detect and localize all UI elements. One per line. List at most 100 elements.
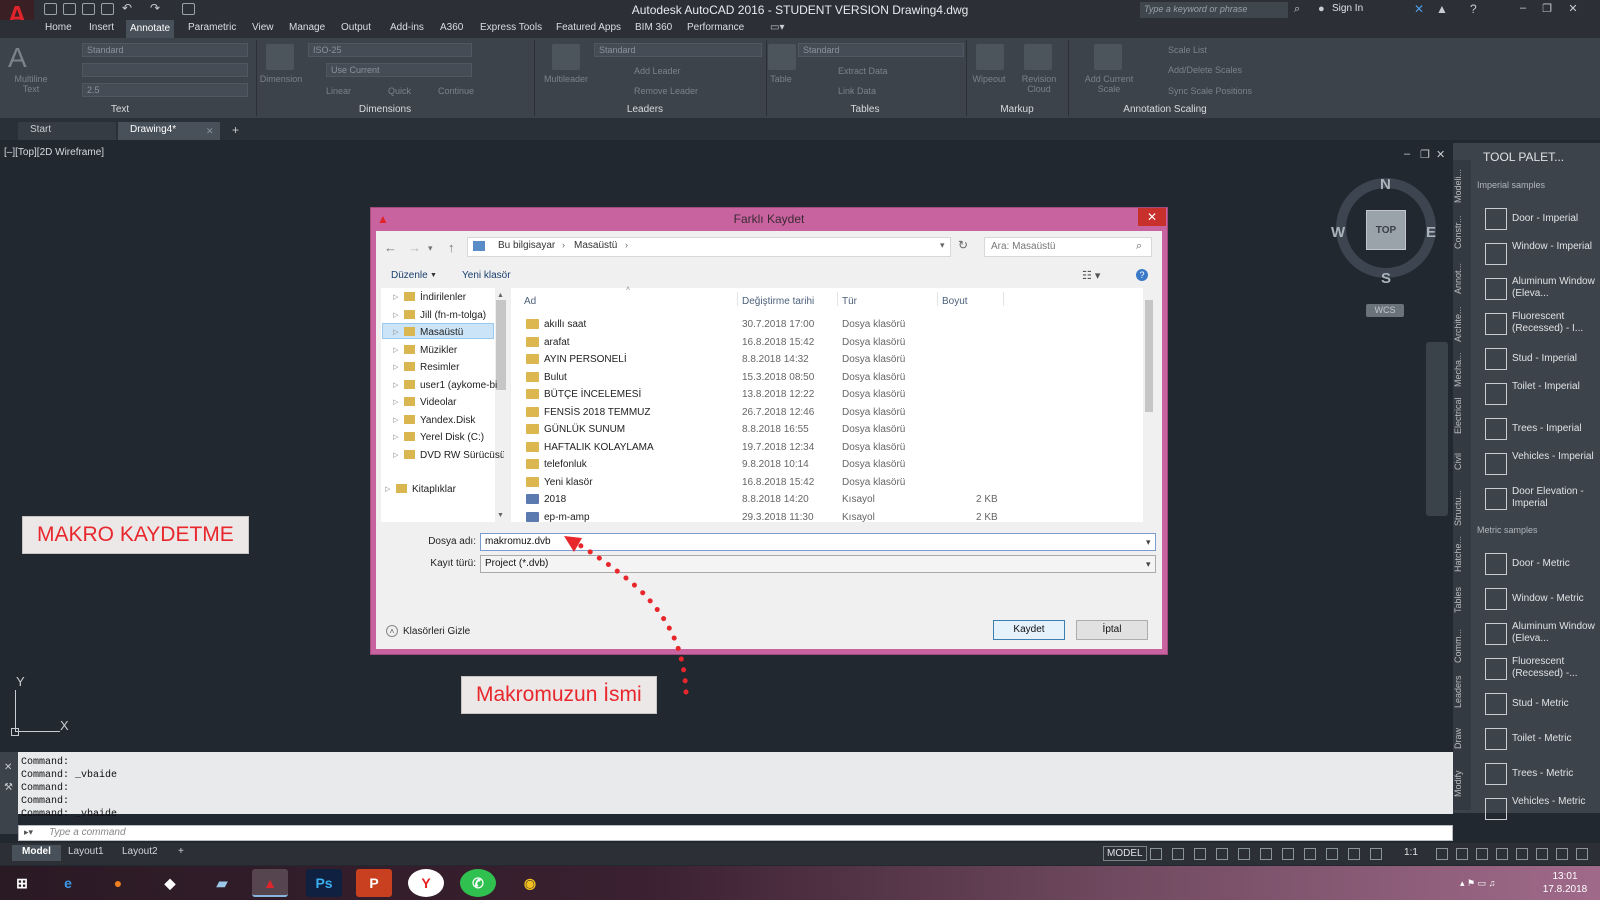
file-row[interactable]: ep-m-amp 29.3.2018 11:30 Kısayol 2 KB xyxy=(526,509,1126,526)
chrome-icon[interactable]: ◉ xyxy=(512,869,548,897)
hide-folders-toggle[interactable]: Klasörleri Gizle xyxy=(403,626,470,637)
tree-expand-icon[interactable]: ▷ xyxy=(393,433,398,441)
snap-icon[interactable] xyxy=(1172,848,1184,860)
compass-east[interactable]: E xyxy=(1426,224,1436,241)
list-scroll-thumb[interactable] xyxy=(1145,300,1153,412)
yandex-browser-icon[interactable]: Y xyxy=(408,869,444,897)
tab-manage[interactable]: Manage xyxy=(289,22,325,33)
file-row[interactable]: akıllı saat 30.7.2018 17:00 Dosya klasörü xyxy=(526,316,1126,333)
palette-tool-metric[interactable]: Trees - Metric xyxy=(1512,768,1598,780)
tree-item[interactable]: İndirilenler xyxy=(404,290,504,306)
hide-folders-icon[interactable]: ˄ xyxy=(386,625,398,637)
viewport-minimize-icon[interactable]: – xyxy=(1404,148,1410,160)
recent-locations-icon[interactable]: ▾ xyxy=(428,243,433,254)
ortho-icon[interactable] xyxy=(1194,848,1206,860)
sign-in-link[interactable]: Sign In xyxy=(1332,3,1363,14)
tab-start[interactable]: Start xyxy=(18,122,116,140)
tree-expand-icon[interactable]: ▷ xyxy=(393,416,398,424)
viewcube-top-face[interactable]: TOP xyxy=(1366,210,1406,250)
add-leader-button[interactable]: Add Leader xyxy=(634,66,681,76)
leader-style-select[interactable]: Standard xyxy=(594,43,762,57)
layout-tab-model[interactable]: Model xyxy=(12,845,61,861)
tree-item[interactable]: Yandex.Disk xyxy=(404,413,504,429)
powerpoint-icon[interactable]: P xyxy=(356,869,392,897)
breadcrumb-this-pc[interactable]: Bu bilgisayar xyxy=(498,240,555,251)
tree-expand-icon[interactable]: ▷ xyxy=(385,485,390,493)
dimensions-panel-title[interactable]: Dimensions xyxy=(340,104,430,115)
hardware-acceleration-icon[interactable] xyxy=(1536,848,1548,860)
units-icon[interactable] xyxy=(1476,848,1488,860)
cancel-button[interactable]: İptal xyxy=(1076,620,1148,640)
file-row[interactable]: arafat 16.8.2018 15:42 Dosya klasörü xyxy=(526,334,1126,351)
model-space-toggle[interactable]: MODEL xyxy=(1103,846,1147,861)
palette-tool-metric[interactable]: Fluorescent (Recessed) -... xyxy=(1512,656,1598,680)
notepad-icon[interactable]: ▰ xyxy=(204,869,240,897)
tab-parametric[interactable]: Parametric xyxy=(188,22,236,33)
extract-data-button[interactable]: Extract Data xyxy=(838,66,888,76)
filename-dropdown-icon[interactable]: ▾ xyxy=(1146,537,1151,548)
organize-menu[interactable]: Düzenle xyxy=(391,270,428,281)
palette-vtab[interactable]: Comm... xyxy=(1453,624,1471,668)
palette-vtab[interactable]: Archite... xyxy=(1453,302,1471,346)
tree-expand-icon[interactable]: ▷ xyxy=(393,346,398,354)
continue-dim-button[interactable]: Continue xyxy=(438,86,474,96)
palette-vtab[interactable]: Annot... xyxy=(1453,256,1471,300)
column-date[interactable]: Değiştirme tarihi xyxy=(742,296,814,307)
palette-tool-icon[interactable] xyxy=(1485,243,1507,265)
tab-insert[interactable]: Insert xyxy=(89,22,114,33)
a360-icon[interactable]: ▲ xyxy=(1436,2,1448,16)
polar-icon[interactable] xyxy=(1216,848,1228,860)
address-dropdown-icon[interactable]: ▾ xyxy=(940,240,945,251)
palette-tool-icon[interactable] xyxy=(1485,693,1507,715)
quick-dim-button[interactable]: Quick xyxy=(388,86,411,96)
quick-properties-icon[interactable] xyxy=(1496,848,1508,860)
tables-panel-title[interactable]: Tables xyxy=(840,104,890,115)
add-current-scale-icon[interactable] xyxy=(1094,44,1122,70)
palette-vtab[interactable]: Hatche... xyxy=(1453,532,1471,576)
multiline-text-button[interactable]: Multiline Text xyxy=(8,74,54,94)
tab-performance[interactable]: Performance xyxy=(687,22,744,33)
tree-expand-icon[interactable]: ▷ xyxy=(393,451,398,459)
palette-tool-icon[interactable] xyxy=(1485,763,1507,785)
system-clock[interactable]: 13:01 17.8.2018 xyxy=(1535,870,1595,896)
tree-expand-icon[interactable]: ▷ xyxy=(393,293,398,301)
palette-tool-imperial[interactable]: Window - Imperial xyxy=(1512,241,1598,253)
restore-button[interactable]: ❐ xyxy=(1536,2,1558,18)
palette-vtab[interactable]: Leaders xyxy=(1453,670,1471,714)
file-row[interactable]: FENSİS 2018 TEMMUZ 26.7.2018 12:46 Dosya k… xyxy=(526,404,1126,421)
palette-vtab[interactable]: Electrical xyxy=(1453,394,1471,438)
tab-drawing4[interactable]: Drawing4* xyxy=(118,122,220,140)
table-button[interactable]: Table xyxy=(764,74,798,84)
palette-tool-icon[interactable] xyxy=(1485,588,1507,610)
tree-item[interactable]: Jill (fn-m-tolga) xyxy=(404,308,504,324)
auto-scale-icon[interactable] xyxy=(1370,848,1382,860)
tree-expand-icon[interactable]: ▷ xyxy=(393,381,398,389)
palette-tool-icon[interactable] xyxy=(1485,728,1507,750)
linear-dim-button[interactable]: Linear xyxy=(326,86,351,96)
tree-item[interactable]: Yerel Disk (C:) xyxy=(404,430,504,446)
table-style-select[interactable]: Standard xyxy=(798,43,964,57)
file-row[interactable]: Bulut 15.3.2018 08:50 Dosya klasörü xyxy=(526,369,1126,386)
remove-leader-button[interactable]: Remove Leader xyxy=(634,86,698,96)
palette-tool-icon[interactable] xyxy=(1485,798,1507,820)
filetype-dropdown-icon[interactable]: ▾ xyxy=(1146,559,1151,570)
scaling-panel-title[interactable]: Annotation Scaling xyxy=(1110,104,1220,115)
wipeout-icon[interactable] xyxy=(976,44,1004,70)
annotation-visibility-icon[interactable] xyxy=(1348,848,1360,860)
scale-list-button[interactable]: Scale List xyxy=(1168,45,1207,55)
tab-home[interactable]: Home xyxy=(45,22,72,33)
palette-tool-imperial[interactable]: Stud - Imperial xyxy=(1512,353,1598,365)
file-row[interactable]: HAFTALIK KOLAYLAMA 19.7.2018 12:34 Dosya k… xyxy=(526,439,1126,456)
palette-tool-icon[interactable] xyxy=(1485,623,1507,645)
navigation-bar[interactable] xyxy=(1426,342,1448,516)
file-row[interactable]: GÜNLÜK SUNUM 8.8.2018 16:55 Dosya klasörü xyxy=(526,421,1126,438)
column-divider[interactable] xyxy=(737,292,738,306)
file-row[interactable]: Yeni klasör 16.8.2018 15:42 Dosya klasörü xyxy=(526,474,1126,491)
palette-vtab[interactable]: Modeli... xyxy=(1453,164,1471,208)
palette-vtab[interactable]: Structu... xyxy=(1453,486,1471,530)
file-row[interactable]: telefonluk 9.8.2018 10:14 Dosya klasörü xyxy=(526,456,1126,473)
tree-item[interactable]: Masaüstü xyxy=(404,325,504,341)
palette-vtab[interactable]: Draw xyxy=(1453,716,1471,760)
palette-tool-icon[interactable] xyxy=(1485,418,1507,440)
text-find-field[interactable] xyxy=(82,63,248,77)
